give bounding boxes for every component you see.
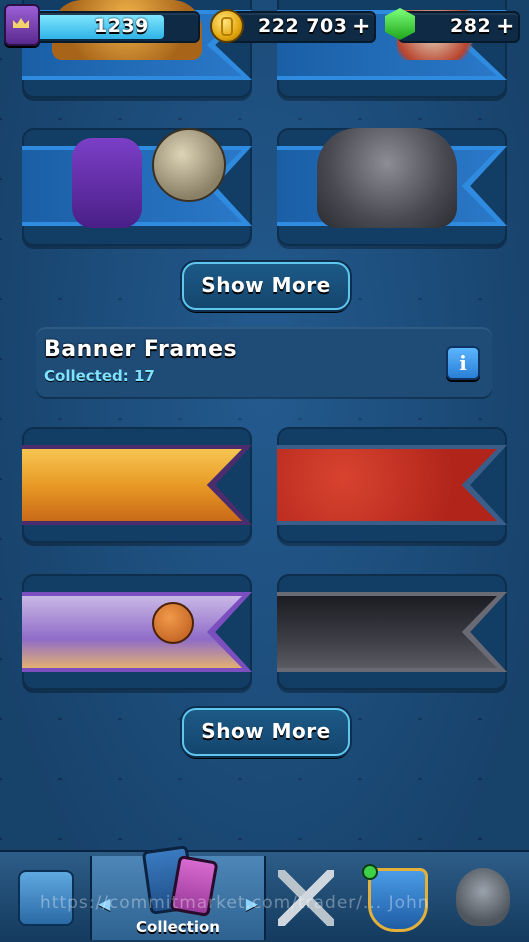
collection-item-armored-knight[interactable] xyxy=(277,128,507,246)
basketball-icon xyxy=(152,602,194,644)
banner-frame-red-star[interactable] xyxy=(277,427,507,543)
armored-knight-emote-icon xyxy=(317,128,457,228)
banner-frame-art xyxy=(277,592,507,672)
banner-frame-basketball-court[interactable] xyxy=(22,574,252,690)
section-title: Banner Frames xyxy=(44,337,238,362)
collection-item-purple-wrestler[interactable] xyxy=(22,128,252,246)
gold-value: 222 703 xyxy=(258,15,348,37)
gold-coin-icon xyxy=(210,9,244,43)
watermark-text: https://commitmarket.com/trader/... John xyxy=(40,893,430,913)
add-gems-button[interactable]: + xyxy=(496,14,514,39)
banner-frame-orange-wheat[interactable] xyxy=(22,427,252,543)
show-more-banners-button[interactable]: Show More xyxy=(182,708,350,756)
nav-events[interactable] xyxy=(440,856,529,940)
gems-value: 282 xyxy=(450,15,492,37)
banner-frames-header: Banner Frames Collected: 17 i xyxy=(36,327,492,397)
add-gold-button[interactable]: + xyxy=(352,14,370,39)
info-button[interactable]: i xyxy=(446,346,480,380)
gems-pill[interactable]: 282 + xyxy=(398,11,520,43)
show-more-emotes-button[interactable]: Show More xyxy=(182,262,350,310)
nav-collection-label: Collection xyxy=(136,918,220,936)
banner-frame-art xyxy=(277,445,507,525)
banner-frame-dark-skeleton[interactable] xyxy=(277,574,507,690)
stone-ball-icon xyxy=(152,128,226,202)
banner-frame-art xyxy=(22,592,252,672)
resource-bar: 1239 222 703 + 282 + xyxy=(0,0,529,50)
collected-count: Collected: 17 xyxy=(44,367,155,385)
helmet-badge-icon xyxy=(456,868,510,926)
purple-wrestler-emote-icon xyxy=(72,138,142,228)
notification-dot-icon xyxy=(362,864,378,880)
level-value: 1239 xyxy=(94,15,149,37)
crown-level-icon[interactable] xyxy=(4,4,40,46)
gold-pill[interactable]: 222 703 + xyxy=(222,11,376,43)
level-pill[interactable]: 1239 xyxy=(16,11,200,43)
banner-frame-art xyxy=(22,445,252,525)
